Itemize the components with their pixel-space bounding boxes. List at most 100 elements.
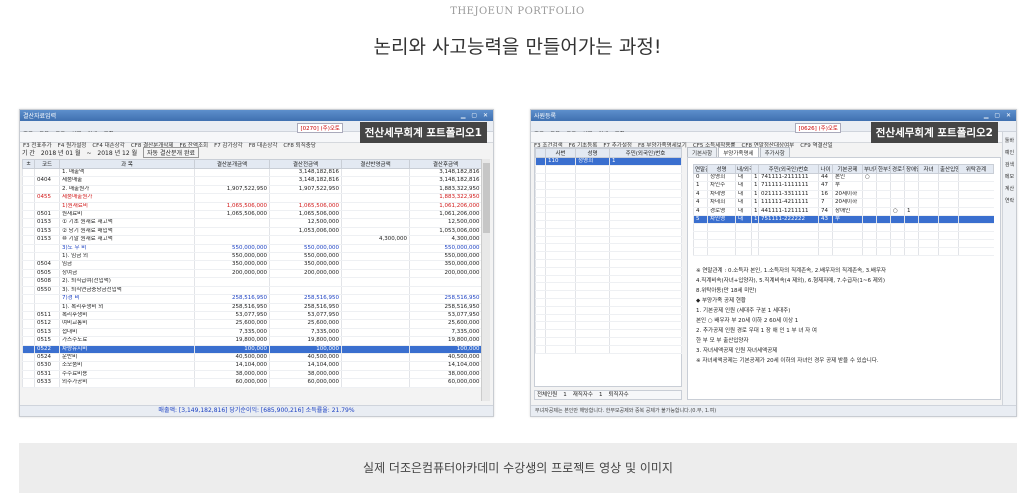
empty-row[interactable] [535, 314, 682, 323]
table-row[interactable]: 0533 외주가공비 60,000,000 60,000,000 60,000,000 [22, 378, 482, 388]
empty-row[interactable] [535, 321, 682, 331]
table-row[interactable]: 0153 ② 당기 원재료 매입액 1,053,006,000 1,053,006,0… [22, 227, 482, 237]
empty-row[interactable] [535, 181, 682, 190]
empty-row[interactable] [535, 212, 682, 221]
table-row[interactable]: 0153 ⑩ 기말 원재료 재고액 4,300,000 4,300,000 [22, 235, 482, 245]
empty-row[interactable] [693, 247, 994, 256]
row-checkbox[interactable] [535, 157, 546, 167]
window-controls-icon[interactable]: ▁ ▢ ✕ [984, 112, 1013, 119]
empty-row[interactable] [535, 251, 682, 260]
table-row[interactable]: 0530 소모품비 14,104,000 14,104,000 14,104,000 [22, 361, 482, 371]
table-row[interactable]: 4 차네희 내 1 111111-4211111 7 20세이하 [693, 198, 994, 208]
amount-cell[interactable] [341, 210, 410, 220]
table-row[interactable]: 0501 원재료비 1,065,506,000 1,065,506,000 1,061,… [22, 210, 482, 220]
table-row[interactable]: 0513 접대비 7,335,000 7,335,000 7,335,000 [22, 328, 482, 338]
function-key[interactable]: F7 감가상각 [214, 141, 243, 149]
table-row[interactable]: 1)원재료비 1,065,506,000 1,065,506,000 1,061,20… [22, 202, 482, 212]
amount-cell[interactable] [341, 168, 410, 178]
amount-cell[interactable] [341, 277, 410, 287]
empty-row[interactable] [535, 173, 682, 182]
empty-row[interactable] [535, 259, 682, 268]
table-row[interactable]: 0550 3). 퇴직연금충당금전입액 [22, 286, 482, 296]
function-key[interactable]: CF8 퇴직충당 [283, 141, 316, 149]
amount-cell[interactable] [341, 353, 410, 363]
amount-cell[interactable] [341, 361, 410, 371]
empty-row[interactable] [535, 243, 682, 253]
function-key[interactable]: F8 대손상각 [249, 141, 278, 149]
table-row[interactable]: 3)노 무 비 550,000,000 550,000,000 550,000,000 [22, 244, 482, 254]
table-row[interactable]: 0515 가스수도료 19,800,000 19,800,000 19,800,000 [22, 336, 482, 346]
amount-cell[interactable] [341, 370, 410, 380]
amount-cell[interactable]: 4,300,000 [341, 235, 410, 245]
amount-cell[interactable] [341, 378, 410, 388]
empty-row[interactable] [535, 337, 682, 346]
portfolio-image-1[interactable]: 결산자료입력 ▁ ▢ ✕ 종료도움코드삭제인쇄조회 F3 전표추가F4 원가설정… [19, 109, 494, 417]
empty-row[interactable] [535, 306, 682, 315]
empty-row[interactable] [535, 189, 682, 198]
auto-closing-button[interactable]: 자동 결산분개 완료 [143, 147, 199, 158]
amount-cell[interactable] [341, 311, 410, 321]
amount-cell[interactable] [341, 193, 410, 203]
empty-row[interactable] [535, 329, 682, 338]
amount-cell[interactable] [341, 227, 410, 237]
table-row[interactable]: 1). 임금 외 550,000,000 550,000,000 550,000,00… [22, 252, 482, 262]
amount-cell[interactable] [341, 244, 410, 254]
table-row[interactable]: 4 차네영 내 1 021111-3311111 16 20세이하 [693, 190, 994, 200]
table-row[interactable]: 110정영희1741111-2111111 [535, 157, 682, 167]
empty-row[interactable] [535, 298, 682, 307]
table-row[interactable]: 5 차인영 내 1 751111-222222 43 부 [693, 215, 994, 225]
empty-row[interactable] [535, 228, 682, 237]
amount-cell[interactable] [341, 286, 410, 296]
amount-cell[interactable] [341, 185, 410, 195]
table-row[interactable]: 0531 수수료비용 38,000,000 38,000,000 38,000,000 [22, 370, 482, 380]
table-row[interactable]: 0512 여비교통비 25,600,000 25,600,000 25,600,000 [22, 319, 482, 329]
function-key[interactable]: CF9 역결산일 [800, 141, 833, 149]
amount-cell[interactable] [341, 303, 410, 312]
amount-cell[interactable] [341, 269, 410, 279]
empty-row[interactable] [535, 282, 682, 292]
empty-row[interactable] [535, 197, 682, 206]
table-row[interactable]: 0524 운반비 40,500,000 40,500,000 40,500,000 [22, 353, 482, 363]
sidebar-item[interactable]: 계산 [1003, 186, 1016, 192]
table-row[interactable]: 0511 복리후생비 53,077,950 53,077,950 53,077,950 [22, 311, 482, 321]
empty-row[interactable] [535, 204, 682, 214]
table-row[interactable]: 1). 복리후생비 외 258,516,950 258,516,950 258,516… [22, 303, 482, 312]
table-row[interactable]: 0 정영희 내 1 741111-2111111 44 본인 ○ [693, 173, 994, 183]
table-row[interactable]: 0508 2). 퇴직급여(전입액) [22, 277, 482, 287]
portfolio-image-2[interactable]: 사원등록 ▁ ▢ ✕ 종료도움코드삭제인쇄조회 F3 조건검색F6 기초등록F7… [530, 109, 1017, 417]
empty-row[interactable] [535, 165, 682, 175]
amount-cell[interactable] [341, 328, 410, 338]
table-row[interactable]: 2. 매출원가 1,907,522,950 1,907,522,950 1,883,3… [22, 185, 482, 195]
sidebar-item[interactable]: 연락 [1003, 198, 1016, 204]
empty-row[interactable] [535, 267, 682, 276]
table-row[interactable]: 0504 임금 350,000,000 350,000,000 350,000,000 [22, 260, 482, 270]
empty-row[interactable] [693, 239, 994, 248]
table-row[interactable]: 0522 차량유지비 100,000 100,000 100,000 [22, 345, 482, 354]
amount-cell[interactable] [341, 252, 410, 262]
amount-cell[interactable] [341, 176, 410, 186]
table-row[interactable]: 0404 제품매출 3,148,182,816 3,148,182,816 [22, 176, 482, 186]
empty-row[interactable] [535, 220, 682, 229]
table-row[interactable]: 1 차인수 내 1 711111-1111111 47 부 [693, 181, 994, 191]
period-to[interactable]: 2018 년 12 월 [97, 148, 137, 157]
empty-row[interactable] [535, 275, 682, 284]
sidebar-item[interactable]: 툴바 [1003, 138, 1016, 144]
sidebar-item[interactable]: 예인 [1003, 150, 1016, 156]
sidebar-item[interactable]: 메모 [1003, 174, 1016, 180]
scrollbar-thumb[interactable] [483, 163, 490, 233]
table-row[interactable]: 1. 매출액 3,148,182,816 3,148,182,816 [22, 168, 482, 178]
vertical-scrollbar[interactable] [481, 159, 490, 401]
period-from[interactable]: 2018 년 01 월 [41, 148, 81, 157]
table-row[interactable]: 4 경로영 내 1 441111-1211111 74 장애인 ○ 1 [693, 207, 994, 217]
window-controls-icon[interactable]: ▁ ▢ ✕ [461, 112, 490, 119]
amount-cell[interactable] [341, 260, 410, 270]
table-row[interactable]: 7)경 비 258,516,950 258,516,950 258,516,950 [22, 294, 482, 304]
table-row[interactable]: 0505 상여금 200,000,000 200,000,000 200,000,000 [22, 269, 482, 279]
empty-row[interactable] [535, 236, 682, 245]
amount-cell[interactable] [341, 336, 410, 346]
sidebar-item[interactable]: 검색 [1003, 162, 1016, 168]
amount-cell[interactable] [341, 202, 410, 212]
amount-cell[interactable] [341, 218, 410, 228]
empty-row[interactable] [535, 290, 682, 299]
table-row[interactable]: 0153 ① 기초 원재료 재고액 12,500,000 12,500,000 [22, 218, 482, 228]
